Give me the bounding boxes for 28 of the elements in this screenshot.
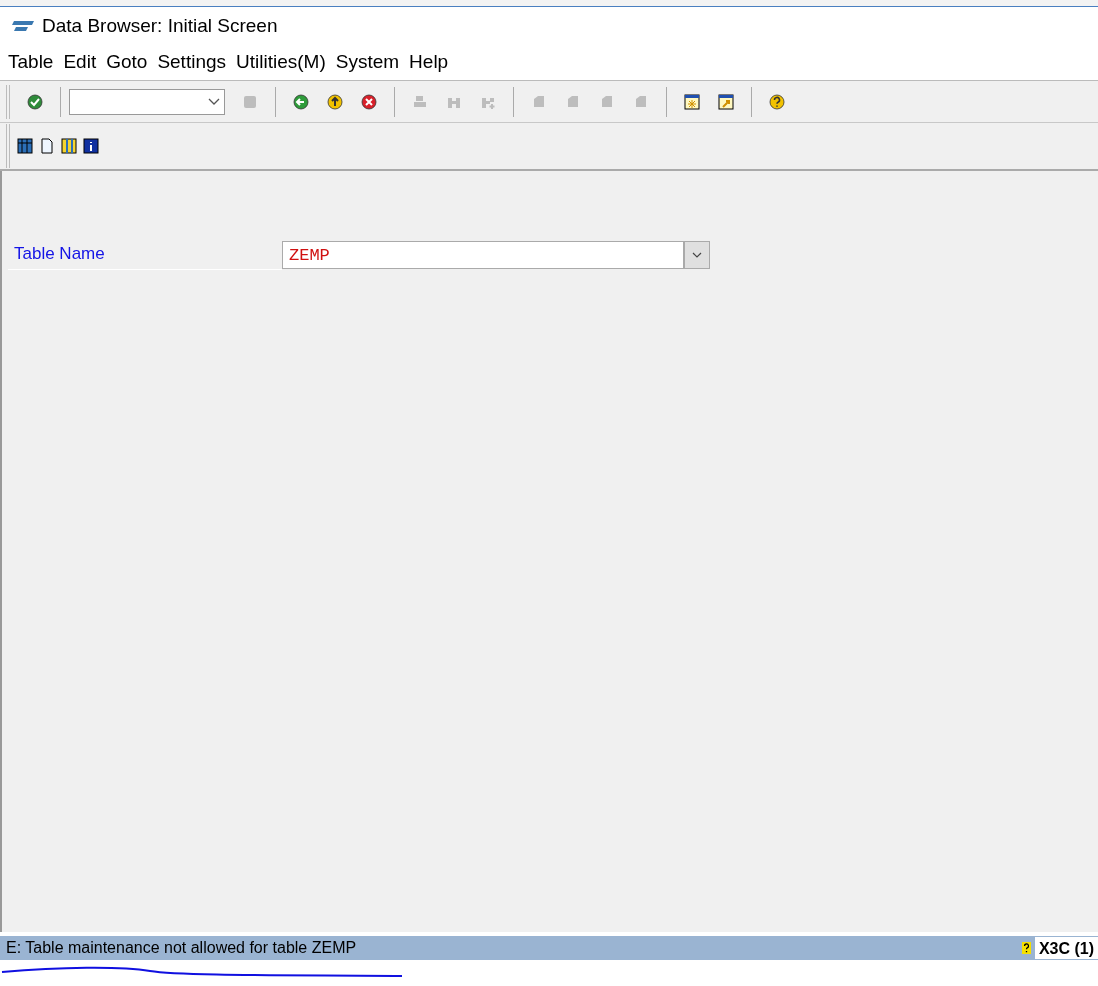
menu-item[interactable]: System — [335, 48, 400, 77]
menu-item[interactable]: Settings — [157, 48, 227, 77]
printer-icon — [412, 93, 428, 110]
menu-item[interactable]: Utilities(M) — [236, 48, 326, 77]
info-icon[interactable] — [83, 138, 99, 154]
chevron-down-icon — [208, 97, 220, 106]
field-label: Table Name — [8, 241, 282, 270]
table-grid-icon[interactable] — [17, 138, 33, 154]
command-field[interactable] — [69, 88, 225, 115]
help-icon[interactable] — [1021, 942, 1031, 954]
status-message: E: Table maintenance not allowed for table ZEMP — [6, 938, 358, 958]
save-icon — [242, 93, 258, 110]
system-info: X3C (1) — [1034, 937, 1098, 959]
document-icon[interactable] — [39, 138, 55, 154]
menu-item[interactable]: Edit — [63, 48, 97, 77]
menu-item[interactable]: Goto — [106, 48, 148, 77]
columns-icon[interactable] — [61, 138, 77, 154]
cancel-icon — [361, 93, 377, 110]
shortcut-icon — [718, 93, 734, 110]
checkmark-icon — [27, 93, 43, 110]
menu-item[interactable]: Table — [8, 48, 54, 77]
window-title: Data Browser: Initial Screen — [42, 13, 278, 38]
new-window-icon — [684, 93, 700, 110]
app-logo-icon — [12, 21, 34, 31]
chevron-down-icon — [692, 252, 702, 259]
help-icon — [769, 93, 785, 110]
table-name-field[interactable]: ZEMP — [282, 241, 684, 270]
menu-item[interactable]: Help — [409, 48, 449, 77]
